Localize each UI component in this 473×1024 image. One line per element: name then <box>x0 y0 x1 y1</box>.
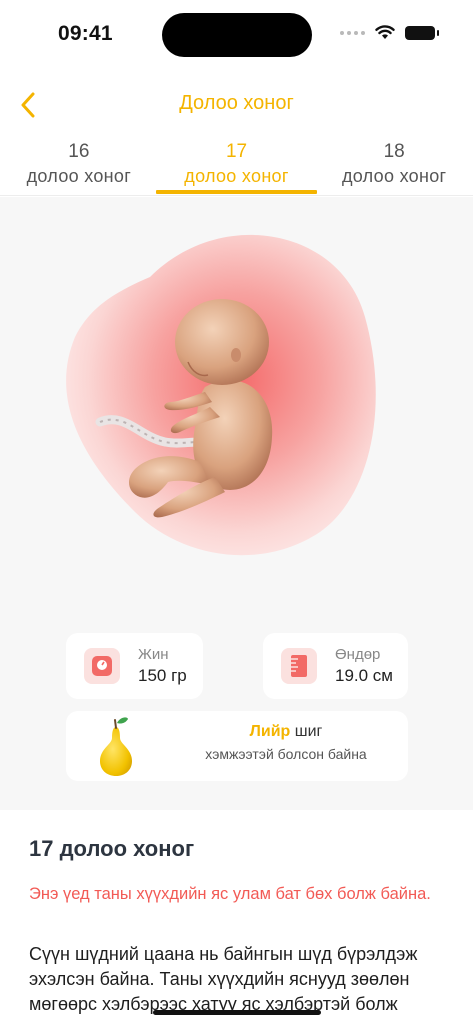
tab-week-label: долоо хоног <box>26 166 132 186</box>
article-highlight: Энэ үед таны хүүхдийн яс улам бат бөх бо… <box>29 885 431 903</box>
tab-week-18[interactable]: 18 долоо хоног <box>315 140 473 195</box>
size-comparison-card: Лийр шиг хэмжээтэй болсон байна <box>66 711 408 781</box>
height-label: Өндөр <box>335 646 381 663</box>
weight-value: 150 гр <box>138 666 187 685</box>
page-title: Долоо хоног <box>179 92 294 114</box>
status-bar: 09:41 <box>0 0 473 70</box>
tab-week-number: 16 <box>68 141 90 162</box>
battery-icon <box>405 25 439 40</box>
height-value: 19.0 см <box>335 666 393 685</box>
height-card: Өндөр 19.0 см <box>263 633 408 699</box>
comparison-title: Лийр шиг <box>176 721 396 743</box>
home-indicator <box>153 1010 321 1015</box>
active-tab-indicator <box>156 190 317 194</box>
status-time: 09:41 <box>58 22 113 45</box>
tab-week-16[interactable]: 16 долоо хоног <box>0 140 158 195</box>
comparison-description: хэмжээтэй болсон байна <box>205 746 367 762</box>
weight-label: Жин <box>138 646 169 663</box>
tab-week-number: 18 <box>383 141 405 162</box>
wifi-icon <box>375 25 395 39</box>
tab-week-number: 17 <box>225 141 248 162</box>
tab-week-label: долоо хоног <box>341 166 447 186</box>
weight-card: Жин 150 гр <box>66 633 203 699</box>
week-tabs: 16 долоо хоног 17 долоо хоног 18 долоо х… <box>0 140 473 196</box>
fruit-name: Лийр <box>249 723 291 740</box>
tab-week-17[interactable]: 17 долоо хоног <box>158 140 316 195</box>
nav-header: Долоо хоног <box>0 85 473 125</box>
article-title: 17 долоо хоног <box>29 836 195 861</box>
status-icons <box>340 25 439 40</box>
dynamic-island <box>162 13 312 57</box>
pear-icon <box>100 717 132 776</box>
ruler-icon <box>281 648 317 684</box>
tab-week-label: долоо хоног <box>184 166 289 186</box>
week-article: 17 долоо хоног Энэ үед таны хүүхдийн яс … <box>0 810 473 1024</box>
scale-icon <box>84 648 120 684</box>
fruit-suffix: шиг <box>290 723 323 740</box>
cellular-signal-icon <box>340 30 365 35</box>
